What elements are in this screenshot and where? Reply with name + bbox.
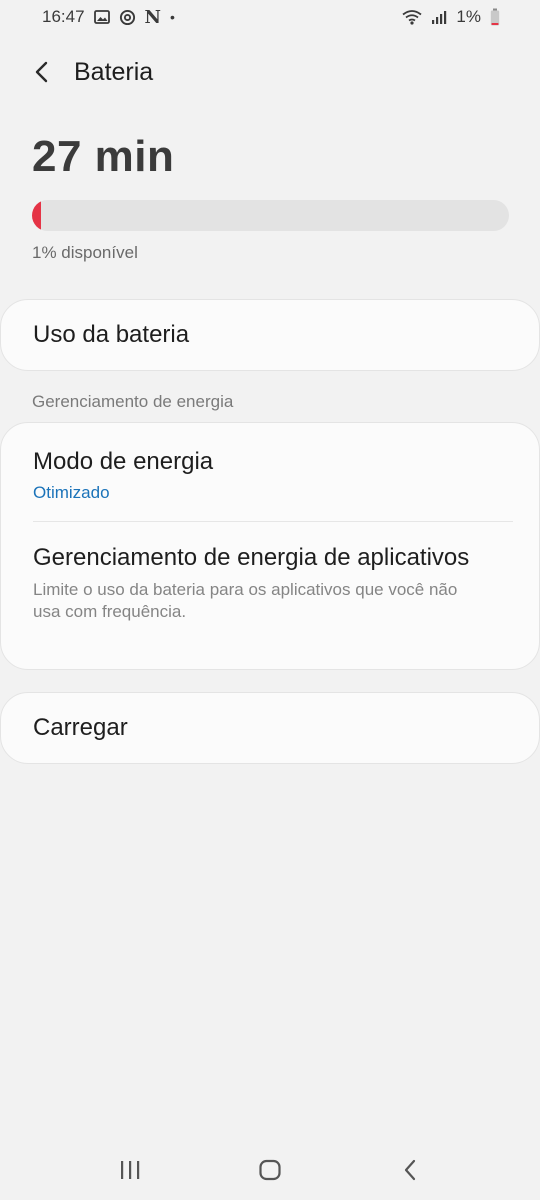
recents-icon (121, 1161, 140, 1179)
battery-level-bar (32, 200, 509, 231)
chevron-left-icon (35, 61, 48, 83)
power-mode-value: Otimizado (33, 483, 110, 502)
status-bar-right: 1% (402, 7, 500, 27)
screen: 16:47 N • 1% Bateria 27 min 1% disponíve… (0, 0, 540, 1200)
app-power-management-description: Limite o uso da bateria para os aplicati… (33, 580, 458, 621)
status-bar: 16:47 N • 1% (0, 0, 540, 34)
status-time: 16:47 (42, 7, 85, 26)
sync-icon (119, 9, 136, 26)
battery-level-fill (32, 200, 41, 231)
charging-card[interactable]: Carregar (0, 692, 540, 764)
time-remaining: 27 min (32, 132, 175, 181)
back-button[interactable] (26, 56, 58, 88)
back-icon (404, 1159, 416, 1181)
page-title: Bateria (74, 57, 154, 86)
navigation-bar (0, 1140, 540, 1200)
app-power-management-row[interactable]: Gerenciamento de energia de aplicativos … (1, 522, 539, 623)
battery-icon (490, 8, 500, 26)
power-mode-row[interactable]: Modo de energia Otimizado (1, 423, 539, 521)
battery-available-text: 1% disponível (32, 243, 138, 262)
battery-usage-label: Uso da bateria (33, 321, 190, 348)
section-header-power-management: Gerenciamento de energia (32, 392, 234, 411)
n-notification-icon: N (144, 6, 161, 28)
back-nav-button[interactable] (380, 1140, 440, 1200)
image-icon (93, 9, 110, 25)
status-bar-left: 16:47 N • (42, 7, 175, 28)
home-button[interactable] (240, 1140, 300, 1200)
battery-percent: 1% (456, 7, 481, 26)
wifi-icon (402, 9, 422, 25)
recents-button[interactable] (100, 1140, 160, 1200)
home-icon (259, 1159, 281, 1181)
signal-icon (431, 9, 447, 25)
app-power-management-title: Gerenciamento de energia de aplicativos (33, 544, 470, 571)
more-notifications-dot: • (170, 9, 175, 25)
power-mode-title: Modo de energia (33, 448, 214, 475)
battery-usage-card[interactable]: Uso da bateria (0, 299, 540, 371)
power-management-card: Modo de energia Otimizado Gerenciamento … (0, 422, 540, 670)
charging-label: Carregar (33, 714, 128, 741)
app-header: Bateria (0, 48, 540, 96)
